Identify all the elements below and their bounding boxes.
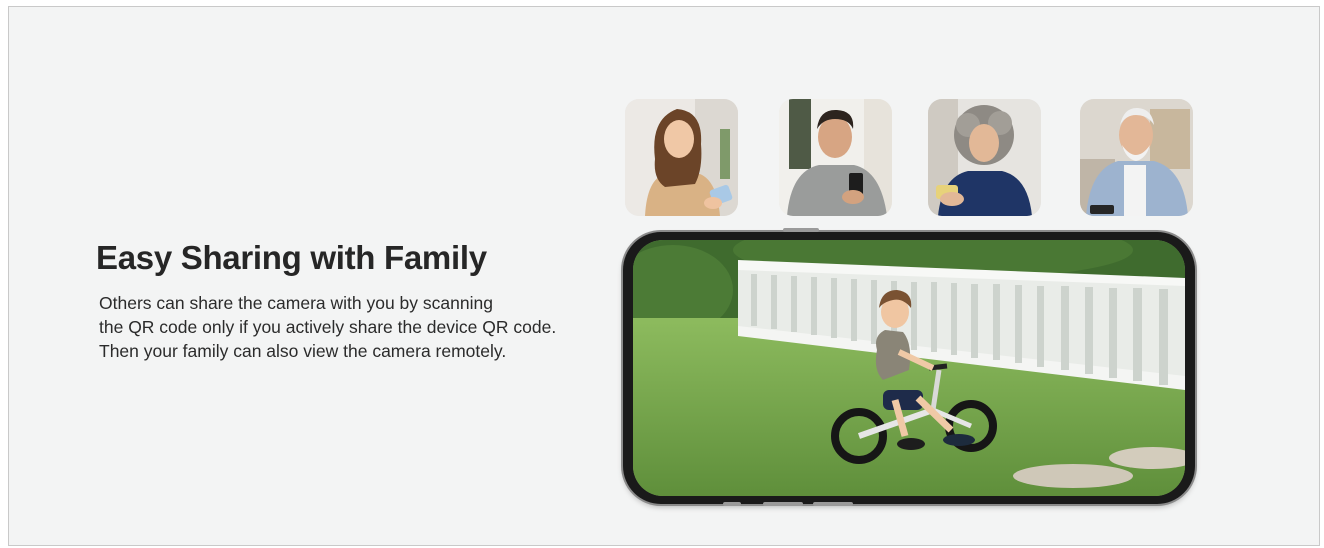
phone-side-button (783, 228, 819, 232)
avatar-man (779, 99, 892, 216)
description-line-3: Then your family can also view the camer… (99, 341, 507, 361)
feature-section: Easy Sharing with Family Others can shar… (8, 6, 1320, 546)
description-line-1: Others can share the camera with you by … (99, 293, 493, 313)
camera-view (633, 240, 1185, 496)
section-title: Easy Sharing with Family (96, 239, 487, 276)
phone-side-button (723, 502, 741, 506)
phone-side-button (763, 502, 803, 506)
avatar-young-woman (625, 99, 738, 216)
avatar-older-woman (928, 99, 1041, 216)
phone-side-button (813, 502, 853, 506)
description-line-2: the QR code only if you actively share t… (99, 317, 557, 337)
phone-mockup (623, 228, 1195, 506)
avatar-older-man (1080, 99, 1193, 216)
section-description: Others can share the camera with you by … (99, 291, 556, 363)
